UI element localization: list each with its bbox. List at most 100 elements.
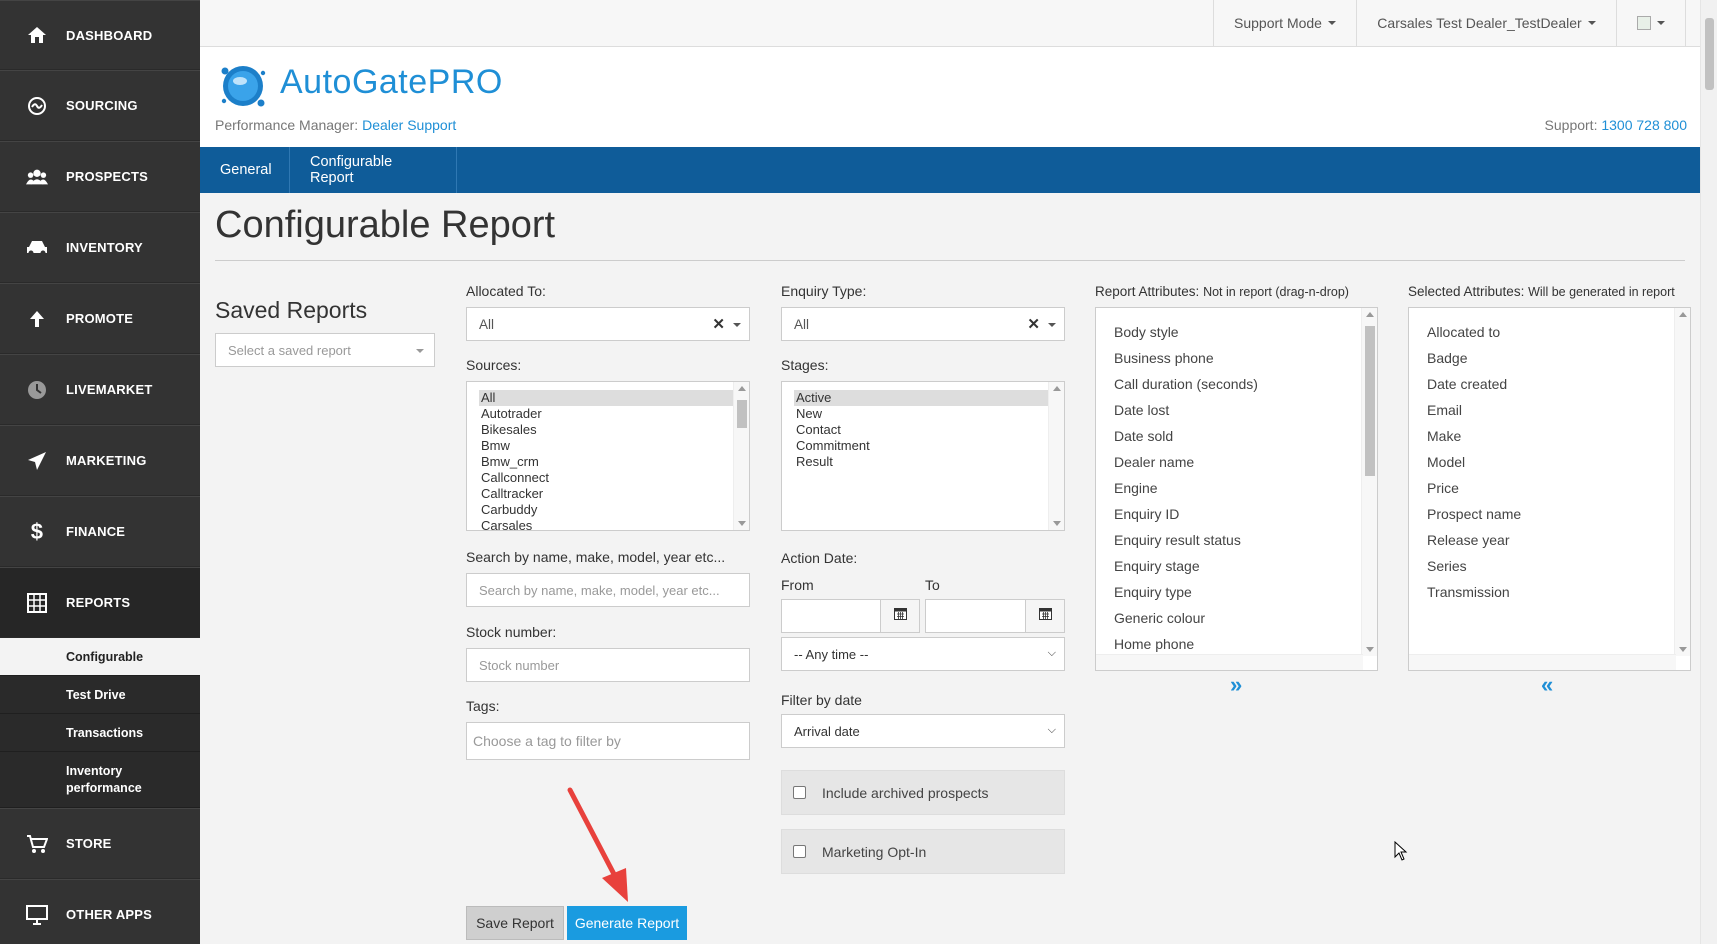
marketing-opt-in-checkbox[interactable] <box>793 845 806 858</box>
list-item[interactable]: Carsales <box>467 518 749 534</box>
list-item[interactable]: Series <box>1409 553 1690 579</box>
save-report-button[interactable]: Save Report <box>466 906 564 940</box>
saved-report-select[interactable]: Select a saved report <box>215 333 435 367</box>
nav-sourcing[interactable]: SOURCING <box>0 70 200 141</box>
list-item[interactable]: Date created <box>1409 371 1690 397</box>
nav-other-apps[interactable]: OTHER APPS <box>0 879 200 944</box>
dealer-support-link[interactable]: Dealer Support <box>362 117 456 133</box>
list-item[interactable]: Autotrader <box>467 406 749 422</box>
move-right-button[interactable]: » <box>1230 672 1242 698</box>
scrollbar-thumb[interactable] <box>737 400 747 428</box>
scrollbar-thumb[interactable] <box>1365 326 1375 476</box>
tags-input[interactable]: Choose a tag to filter by <box>466 722 750 760</box>
list-item[interactable]: Date sold <box>1096 423 1377 449</box>
nav-promote[interactable]: PROMOTE <box>0 283 200 354</box>
list-item[interactable]: Callconnect <box>467 470 749 486</box>
list-item[interactable]: Release year <box>1409 527 1690 553</box>
sources-list[interactable]: All Autotrader Bikesales Bmw Bmw_crm Cal… <box>466 381 750 531</box>
include-archived-panel[interactable]: Include archived prospects <box>781 770 1065 815</box>
dealer-dropdown[interactable]: Carsales Test Dealer_TestDealer <box>1356 0 1616 46</box>
list-item[interactable]: Contact <box>782 422 1064 438</box>
stock-number-input[interactable]: Stock number <box>466 648 750 682</box>
list-item[interactable]: Enquiry stage <box>1096 553 1377 579</box>
list-item[interactable]: Date lost <box>1096 397 1377 423</box>
stages-list[interactable]: Active New Contact Commitment Result <box>781 381 1065 531</box>
nav-reports[interactable]: REPORTS <box>0 567 200 638</box>
subnav-inventory-performance[interactable]: Inventory performance <box>0 752 200 808</box>
page-scrollbar-thumb[interactable] <box>1705 18 1714 90</box>
nav-finance[interactable]: $ FINANCE <box>0 496 200 567</box>
report-attributes-list[interactable]: Body style Business phone Call duration … <box>1095 307 1378 671</box>
list-item[interactable]: New <box>782 406 1064 422</box>
enquiry-type-select[interactable]: All ✕ <box>781 307 1065 341</box>
list-item[interactable]: Allocated to <box>1409 319 1690 345</box>
scroll-down-icon[interactable] <box>738 521 746 526</box>
selected-attributes-vscroll[interactable] <box>1674 308 1690 656</box>
list-item[interactable]: Bikesales <box>467 422 749 438</box>
list-item[interactable]: Call duration (seconds) <box>1096 371 1377 397</box>
list-item[interactable]: Make <box>1409 423 1690 449</box>
move-left-button[interactable]: « <box>1541 672 1553 698</box>
to-date-input[interactable] <box>925 599 1028 633</box>
support-phone-link[interactable]: 1300 728 800 <box>1601 117 1687 133</box>
tab-configurable-report[interactable]: Configurable Report <box>290 147 457 193</box>
list-item[interactable]: Price <box>1409 475 1690 501</box>
list-item[interactable]: Transmission <box>1409 579 1690 605</box>
scroll-up-icon[interactable] <box>1053 386 1061 391</box>
nav-marketing[interactable]: MARKETING <box>0 425 200 496</box>
allocated-to-select[interactable]: All ✕ <box>466 307 750 341</box>
nav-store[interactable]: STORE <box>0 808 200 879</box>
search-input[interactable]: Search by name, make, model, year etc... <box>466 573 750 607</box>
selected-attributes-hscroll[interactable] <box>1409 654 1676 670</box>
clear-icon[interactable]: ✕ <box>712 315 725 333</box>
filter-by-date-select[interactable]: Arrival date ⌵ <box>781 714 1065 748</box>
nav-dashboard[interactable]: DASHBOARD <box>0 0 200 70</box>
subnav-test-drive[interactable]: Test Drive <box>0 676 200 714</box>
nav-livemarket[interactable]: LIVEMARKET <box>0 354 200 425</box>
list-item[interactable]: All <box>479 390 733 406</box>
list-item[interactable]: Commitment <box>782 438 1064 454</box>
list-item[interactable]: Business phone <box>1096 345 1377 371</box>
nav-prospects[interactable]: PROSPECTS <box>0 141 200 212</box>
list-item[interactable]: Engine <box>1096 475 1377 501</box>
scroll-down-icon[interactable] <box>1366 647 1374 652</box>
list-item[interactable]: Carbuddy <box>467 502 749 518</box>
tab-general[interactable]: General <box>200 147 290 193</box>
page-scrollbar[interactable] <box>1700 0 1717 944</box>
list-item[interactable]: Body style <box>1096 319 1377 345</box>
any-time-select[interactable]: -- Any time -- ⌵ <box>781 637 1065 671</box>
subnav-transactions[interactable]: Transactions <box>0 714 200 752</box>
subnav-configurable[interactable]: Configurable <box>0 638 200 676</box>
clear-icon[interactable]: ✕ <box>1027 315 1040 333</box>
include-archived-checkbox[interactable] <box>793 786 806 799</box>
list-item[interactable]: Generic colour <box>1096 605 1377 631</box>
marketing-opt-in-panel[interactable]: Marketing Opt-In <box>781 829 1065 874</box>
nav-inventory[interactable]: INVENTORY <box>0 212 200 283</box>
list-item[interactable]: Bmw <box>467 438 749 454</box>
list-item[interactable]: Enquiry type <box>1096 579 1377 605</box>
scroll-up-icon[interactable] <box>1366 312 1374 317</box>
scroll-down-icon[interactable] <box>1053 521 1061 526</box>
scroll-up-icon[interactable] <box>1679 312 1687 317</box>
scroll-up-icon[interactable] <box>738 386 746 391</box>
list-item[interactable]: Email <box>1409 397 1690 423</box>
from-calendar-button[interactable] <box>880 599 920 633</box>
list-item[interactable]: Result <box>782 454 1064 470</box>
scroll-down-icon[interactable] <box>1679 647 1687 652</box>
generate-report-button[interactable]: Generate Report <box>567 906 687 940</box>
list-item[interactable]: Dealer name <box>1096 449 1377 475</box>
user-menu-dropdown[interactable] <box>1616 0 1686 46</box>
support-mode-dropdown[interactable]: Support Mode <box>1213 0 1356 46</box>
report-attributes-vscroll[interactable] <box>1361 308 1377 656</box>
sources-scrollbar[interactable] <box>733 382 749 530</box>
list-item[interactable]: Calltracker <box>467 486 749 502</box>
list-item[interactable]: Enquiry result status <box>1096 527 1377 553</box>
stages-scrollbar[interactable] <box>1048 382 1064 530</box>
selected-attributes-list[interactable]: Allocated to Badge Date created Email Ma… <box>1408 307 1691 671</box>
list-item[interactable]: Prospect name <box>1409 501 1690 527</box>
list-item[interactable]: Bmw_crm <box>467 454 749 470</box>
list-item[interactable]: Badge <box>1409 345 1690 371</box>
to-calendar-button[interactable] <box>1025 599 1065 633</box>
list-item[interactable]: Model <box>1409 449 1690 475</box>
report-attributes-hscroll[interactable] <box>1096 654 1363 670</box>
